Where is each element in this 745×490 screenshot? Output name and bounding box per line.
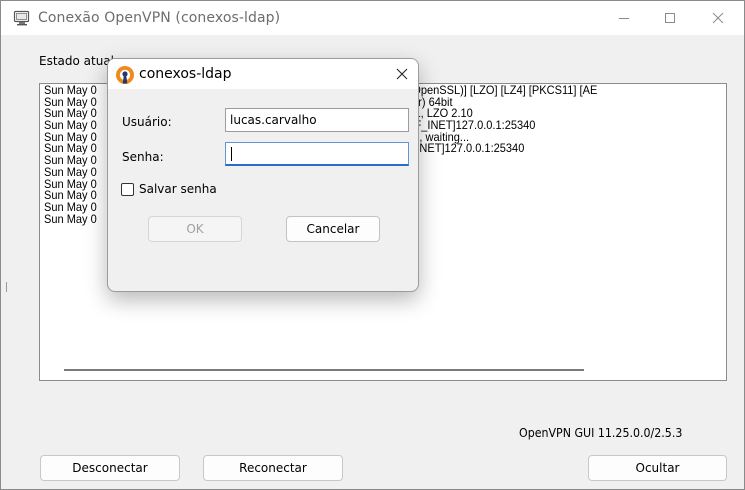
maximize-icon bbox=[665, 13, 675, 23]
username-label: Usuário: bbox=[122, 115, 172, 129]
title-bar: Conexão OpenVPN (conexos-ldap) bbox=[1, 1, 744, 35]
dialog-title: conexos-ldap bbox=[139, 66, 232, 82]
password-field[interactable] bbox=[225, 142, 409, 166]
cancel-button[interactable]: Cancelar bbox=[286, 216, 380, 242]
minimize-button[interactable] bbox=[601, 1, 647, 35]
username-field[interactable]: lucas.carvalho bbox=[225, 108, 409, 132]
close-icon bbox=[712, 12, 724, 24]
save-password-label[interactable]: Salvar senha bbox=[139, 182, 217, 196]
maximize-button[interactable] bbox=[647, 1, 693, 35]
window-title: Conexão OpenVPN (conexos-ldap) bbox=[38, 10, 281, 26]
close-icon bbox=[396, 68, 408, 80]
username-value: lucas.carvalho bbox=[230, 113, 317, 127]
dialog-title-bar: conexos-ldap bbox=[108, 59, 418, 89]
login-dialog: conexos-ldap Usuário: lucas.carvalho Sen… bbox=[107, 58, 419, 292]
version-label: OpenVPN GUI 11.25.0.0/2.5.3 bbox=[519, 426, 683, 440]
text-caret bbox=[231, 147, 232, 161]
close-button[interactable] bbox=[695, 1, 741, 35]
ok-button[interactable]: OK bbox=[148, 216, 242, 242]
password-label: Senha: bbox=[122, 150, 164, 164]
horizontal-scrollbar[interactable] bbox=[64, 369, 584, 371]
hide-button[interactable]: Ocultar bbox=[588, 455, 727, 481]
dialog-close-button[interactable] bbox=[391, 63, 413, 85]
disconnect-button[interactable]: Desconectar bbox=[40, 455, 180, 481]
save-password-checkbox[interactable] bbox=[121, 183, 134, 196]
window-edge-mark bbox=[6, 282, 8, 292]
minimize-icon bbox=[619, 18, 629, 19]
openvpn-icon bbox=[116, 66, 134, 84]
reconnect-button[interactable]: Reconectar bbox=[203, 455, 343, 481]
openvpn-gui-icon bbox=[13, 10, 30, 26]
